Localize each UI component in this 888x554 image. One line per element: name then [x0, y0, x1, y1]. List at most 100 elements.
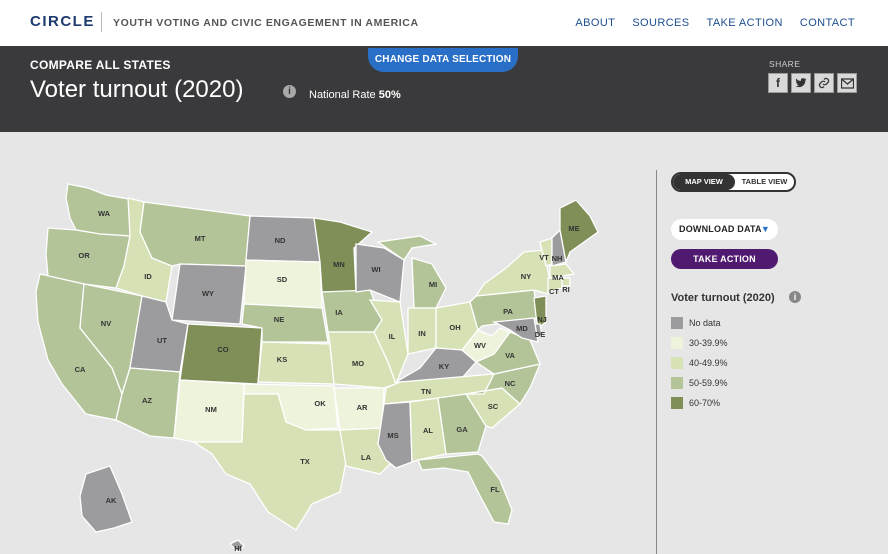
us-map-area: WA OR CA NV ID MT WY UT AZ CO NM ND SD N… — [0, 132, 656, 554]
state-label: ME — [568, 224, 579, 233]
legend-swatch — [671, 377, 683, 389]
state-label: MN — [333, 260, 345, 269]
state-label: OK — [314, 399, 326, 408]
state-label: RI — [562, 285, 570, 294]
link-icon[interactable] — [814, 73, 834, 93]
view-toggle: MAP VIEW TABLE VIEW — [671, 172, 796, 192]
state-label: MD — [516, 324, 528, 333]
state-label: LA — [361, 453, 372, 462]
legend-label: 40-49.9% — [689, 358, 728, 368]
nav-link-sources[interactable]: SOURCES — [632, 17, 689, 29]
state-label: IA — [335, 308, 343, 317]
state-label: DE — [535, 330, 545, 339]
state-label: NH — [552, 254, 563, 263]
state-label: FL — [490, 485, 500, 494]
state-label: UT — [157, 336, 167, 345]
legend-item: No data — [671, 313, 728, 333]
legend-swatch — [671, 397, 683, 409]
state-label: MA — [552, 273, 564, 282]
map-view-tab[interactable]: MAP VIEW — [673, 174, 735, 190]
state-label: VT — [539, 253, 549, 262]
legend-item: 60-70% — [671, 393, 728, 413]
state-label: TN — [421, 387, 431, 396]
legend-label: 50-59.9% — [689, 378, 728, 388]
state-label: TX — [300, 457, 310, 466]
state-ia[interactable] — [321, 289, 383, 333]
legend-item: 40-49.9% — [671, 353, 728, 373]
info-icon[interactable]: i — [283, 85, 296, 98]
page-title: Voter turnout (2020) — [30, 76, 244, 103]
take-action-button[interactable]: TAKE ACTION — [671, 249, 778, 269]
legend-swatch — [671, 337, 683, 349]
facebook-icon[interactable]: f — [768, 73, 788, 93]
compare-all-states-label: COMPARE ALL STATES — [30, 58, 171, 72]
state-label: NC — [505, 379, 516, 388]
page-header: COMPARE ALL STATES Voter turnout (2020) … — [0, 46, 888, 132]
state-label: SD — [277, 275, 288, 284]
twitter-icon[interactable] — [791, 73, 811, 93]
nav-link-contact[interactable]: CONTACT — [800, 17, 855, 29]
logo-divider — [101, 12, 102, 32]
state-label: CA — [75, 365, 86, 374]
state-label: MO — [352, 359, 364, 368]
table-view-tab[interactable]: TABLE VIEW — [735, 174, 794, 190]
chevron-down-icon: ▼ — [760, 224, 770, 234]
state-label: AK — [106, 496, 117, 505]
state-label: NV — [101, 319, 111, 328]
legend-label: No data — [689, 318, 721, 328]
state-label: WY — [202, 289, 214, 298]
state-label: NM — [205, 405, 217, 414]
legend-swatch — [671, 317, 683, 329]
state-label: NJ — [537, 315, 547, 324]
state-label: WV — [474, 341, 486, 350]
state-co[interactable] — [179, 323, 263, 385]
legend-info-icon[interactable]: i — [789, 291, 801, 303]
nav-link-take-action[interactable]: TAKE ACTION — [707, 17, 783, 29]
download-data-button[interactable]: DOWNLOAD DATA ▼ — [671, 219, 778, 240]
national-rate-value: 50% — [378, 89, 401, 101]
state-label: MT — [195, 234, 206, 243]
state-label: WI — [371, 265, 380, 274]
state-label: AZ — [142, 396, 152, 405]
state-label: AR — [357, 403, 368, 412]
email-icon[interactable] — [837, 73, 857, 93]
state-label: MI — [429, 280, 437, 289]
state-sd[interactable] — [243, 259, 323, 309]
nav-link-about[interactable]: ABOUT — [575, 17, 615, 29]
circle-logo[interactable]: CIRCLE — [30, 13, 95, 30]
national-rate: National Rate 50% — [309, 89, 401, 101]
state-label: KY — [439, 362, 449, 371]
national-rate-label: National Rate — [309, 89, 376, 101]
state-label: ID — [144, 272, 152, 281]
state-label: VA — [505, 351, 515, 360]
state-label: AL — [423, 426, 433, 435]
state-label: NY — [521, 272, 531, 281]
legend-title: Voter turnout (2020) — [671, 292, 775, 304]
state-label: MS — [387, 431, 398, 440]
panel-divider — [656, 170, 657, 554]
state-label: IN — [418, 329, 426, 338]
state-label: PA — [503, 307, 513, 316]
share-label: SHARE — [769, 59, 801, 69]
state-ks[interactable] — [257, 341, 335, 385]
nav-links: ABOUT SOURCES TAKE ACTION CONTACT — [575, 17, 855, 29]
legend-item: 50-59.9% — [671, 373, 728, 393]
state-label: IL — [389, 332, 396, 341]
top-nav: CIRCLE YOUTH VOTING AND CIVIC ENGAGEMENT… — [0, 0, 888, 46]
legend-item: 30-39.9% — [671, 333, 728, 353]
state-label: CT — [549, 287, 559, 296]
legend: No data 30-39.9% 40-49.9% 50-59.9% 60-70… — [671, 313, 728, 413]
state-label: CO — [217, 345, 228, 354]
site-tagline: YOUTH VOTING AND CIVIC ENGAGEMENT IN AME… — [113, 17, 419, 29]
download-data-label: DOWNLOAD DATA — [679, 224, 762, 234]
change-data-selection-button[interactable]: CHANGE DATA SELECTION — [368, 48, 518, 72]
state-label: KS — [277, 355, 287, 364]
state-label: ND — [275, 236, 286, 245]
state-label: OR — [78, 251, 90, 260]
share-icons: f — [768, 73, 857, 93]
state-label: GA — [456, 425, 468, 434]
legend-label: 60-70% — [689, 398, 721, 408]
legend-swatch — [671, 357, 683, 369]
state-label: NE — [274, 315, 284, 324]
us-choropleth-map: WA OR CA NV ID MT WY UT AZ CO NM ND SD N… — [35, 183, 599, 553]
